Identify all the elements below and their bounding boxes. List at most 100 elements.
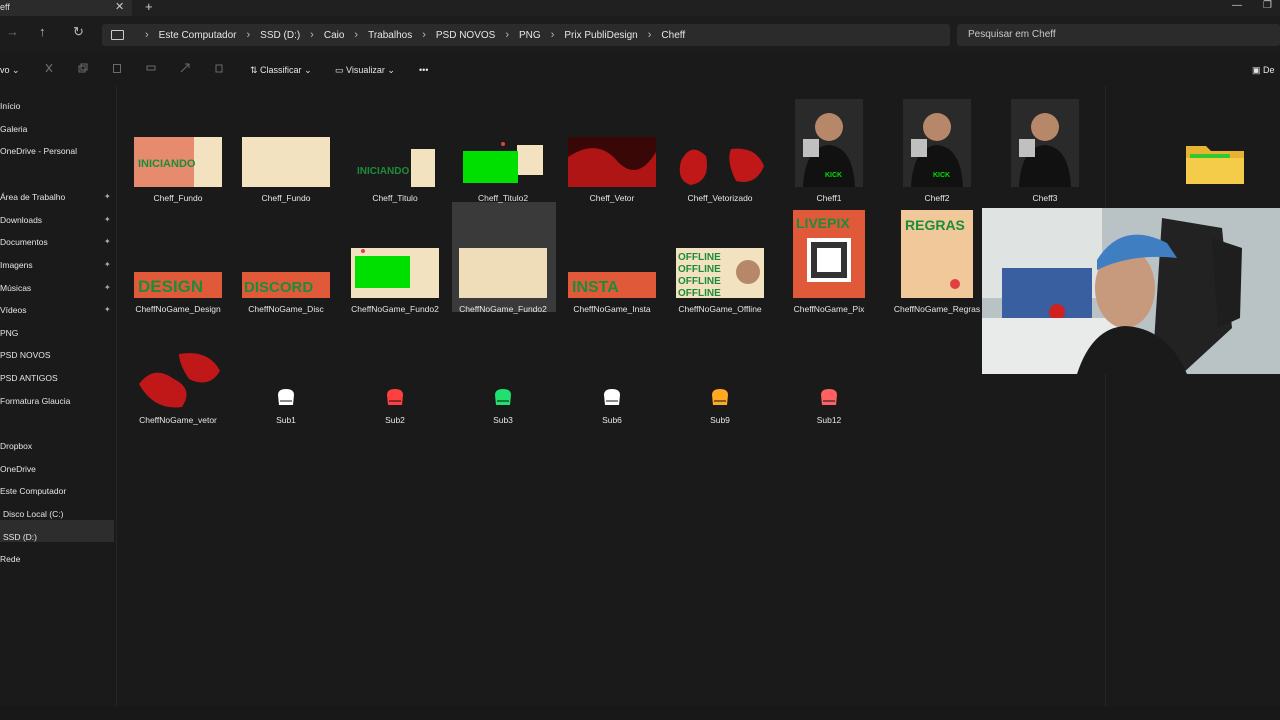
- refresh-icon[interactable]: ↻: [73, 24, 84, 40]
- sub-badge-icon: [495, 389, 511, 405]
- sidebar-item[interactable]: Este Computador: [0, 486, 66, 496]
- breadcrumb-item[interactable]: Trabalhos: [368, 30, 412, 41]
- sidebar-item[interactable]: Músicas: [0, 283, 31, 293]
- file-name: CheffNoGame_Regras: [893, 304, 981, 314]
- sidebar-item[interactable]: Formatura Glaucia: [0, 396, 70, 406]
- breadcrumb-item[interactable]: Caio: [324, 30, 345, 41]
- up-icon[interactable]: ↑: [39, 24, 46, 39]
- address-row: → ↑ ↻ › Este Computador › SSD (D:) › Caio › Tra…: [0, 16, 1280, 52]
- sort-button[interactable]: ⇅ Classificar ⌄: [250, 65, 312, 76]
- explorer-tab[interactable]: eff ✕: [0, 0, 132, 16]
- file-name: Sub9: [710, 415, 730, 425]
- breadcrumb-item[interactable]: PNG: [519, 30, 541, 41]
- chevron-right-icon[interactable]: ›: [551, 29, 555, 41]
- file-name: Sub6: [602, 415, 622, 425]
- chevron-right-icon[interactable]: ›: [354, 29, 358, 41]
- breadcrumb-item[interactable]: Este Computador: [159, 30, 237, 41]
- file-thumbnail: KICK: [903, 99, 971, 187]
- chevron-right-icon[interactable]: ›: [648, 29, 652, 41]
- view-button[interactable]: ▭ Visualizar ⌄: [335, 65, 395, 76]
- preview-pane: [1105, 86, 1280, 706]
- rename-icon[interactable]: [146, 63, 156, 73]
- sidebar-item[interactable]: PNG: [0, 328, 18, 338]
- new-tab-button[interactable]: +: [145, 0, 153, 14]
- breadcrumb-item[interactable]: SSD (D:): [260, 30, 300, 41]
- file-thumbnail: KICK: [795, 99, 863, 187]
- tab-title: eff: [0, 2, 10, 12]
- folder-icon: [1186, 146, 1244, 184]
- copy-icon[interactable]: [78, 63, 88, 73]
- sidebar-item[interactable]: SSD (D:): [3, 532, 37, 542]
- navigation-pane: Início Galeria OneDrive - Personal Área de …: [0, 86, 117, 706]
- more-options-icon[interactable]: •••: [419, 65, 428, 75]
- sidebar-item[interactable]: OneDrive - Personal: [0, 146, 77, 156]
- file-name: Cheff2: [924, 193, 950, 203]
- file-name: Cheff_Titulo: [372, 193, 418, 203]
- sidebar-item[interactable]: Downloads: [0, 215, 42, 225]
- sidebar-item[interactable]: Disco Local (C:): [3, 509, 63, 519]
- chevron-right-icon[interactable]: ›: [145, 29, 149, 41]
- command-bar: vo ⌄ ⇅ Classificar ⌄ ▭ Visualizar ⌄ ••• …: [0, 52, 1280, 86]
- file-name: Cheff_Titulo2: [477, 193, 529, 203]
- sidebar-item[interactable]: Início: [0, 101, 20, 111]
- svg-text:LIVEPIX: LIVEPIX: [796, 215, 850, 231]
- breadcrumb-item[interactable]: PSD NOVOS: [436, 30, 495, 41]
- sidebar-item[interactable]: Vídeos: [0, 305, 26, 315]
- svg-text:INSTA: INSTA: [572, 279, 619, 296]
- sub-badge-icon: [821, 389, 837, 405]
- sidebar-item[interactable]: Galeria: [0, 124, 27, 134]
- sidebar-item[interactable]: OneDrive: [0, 464, 36, 474]
- sidebar-item[interactable]: Dropbox: [0, 441, 32, 451]
- svg-text:INICIANDO: INICIANDO: [138, 158, 196, 170]
- webcam-overlay: [982, 208, 1280, 374]
- file-thumbnail: [459, 248, 547, 298]
- file-name: Sub12: [816, 415, 842, 425]
- file-name: Cheff3: [1032, 193, 1058, 203]
- minimize-icon[interactable]: —: [1232, 0, 1242, 11]
- file-thumbnail: [1011, 99, 1079, 187]
- chevron-right-icon[interactable]: ›: [505, 29, 509, 41]
- chevron-right-icon[interactable]: ›: [422, 29, 426, 41]
- pin-icon: ✦: [104, 215, 111, 224]
- file-thumbnail: INSTA: [568, 272, 656, 298]
- file-name: Cheff1: [816, 193, 842, 203]
- forward-icon[interactable]: →: [6, 24, 19, 39]
- pin-icon: ✦: [104, 283, 111, 292]
- svg-text:OFFLINE: OFFLINE: [678, 252, 721, 263]
- sidebar-item[interactable]: Documentos: [0, 237, 48, 247]
- details-button[interactable]: ▣ De: [1252, 65, 1275, 76]
- sub-badge-icon: [278, 389, 294, 405]
- svg-text:DESIGN: DESIGN: [138, 277, 203, 296]
- file-name: CheffNoGame_Fundo2: [459, 304, 547, 314]
- share-icon[interactable]: [180, 63, 190, 73]
- chevron-right-icon[interactable]: ›: [310, 29, 314, 41]
- sidebar-item[interactable]: Imagens: [0, 260, 33, 270]
- sidebar-item[interactable]: PSD ANTIGOS: [0, 373, 58, 383]
- svg-text:REGRAS: REGRAS: [905, 217, 965, 233]
- file-name: Sub2: [385, 415, 405, 425]
- paste-icon[interactable]: [112, 63, 122, 73]
- delete-icon[interactable]: [214, 63, 224, 73]
- pin-icon: ✦: [104, 305, 111, 314]
- breadcrumb-item[interactable]: Cheff: [661, 30, 685, 41]
- cut-icon[interactable]: [44, 63, 54, 73]
- sidebar-item[interactable]: Rede: [0, 554, 20, 564]
- breadcrumb-item[interactable]: Prix PubliDesign: [564, 30, 637, 41]
- file-name: CheffNoGame_vetor: [139, 415, 217, 425]
- sidebar-item[interactable]: Área de Trabalho: [0, 192, 65, 202]
- svg-text:OFFLINE: OFFLINE: [678, 276, 721, 287]
- file-name: CheffNoGame_Pix: [793, 304, 865, 314]
- file-name: Sub1: [276, 415, 296, 425]
- file-thumbnail: LIVEPIX: [793, 210, 865, 298]
- chevron-right-icon[interactable]: ›: [247, 29, 251, 41]
- sidebar-item[interactable]: PSD NOVOS: [0, 350, 51, 360]
- address-bar[interactable]: › Este Computador › SSD (D:) › Caio › Trabalhos…: [102, 24, 950, 46]
- file-name: CheffNoGame_Fundo2: [351, 304, 439, 314]
- close-tab-icon[interactable]: ✕: [115, 0, 124, 13]
- file-name: CheffNoGame_Offline: [678, 304, 762, 314]
- maximize-icon[interactable]: ❐: [1263, 0, 1272, 11]
- new-button[interactable]: vo ⌄: [0, 65, 20, 76]
- status-bar: [0, 706, 1280, 720]
- file-name: Cheff_Vetorizado: [687, 193, 753, 203]
- search-input[interactable]: Pesquisar em Cheff: [957, 24, 1280, 46]
